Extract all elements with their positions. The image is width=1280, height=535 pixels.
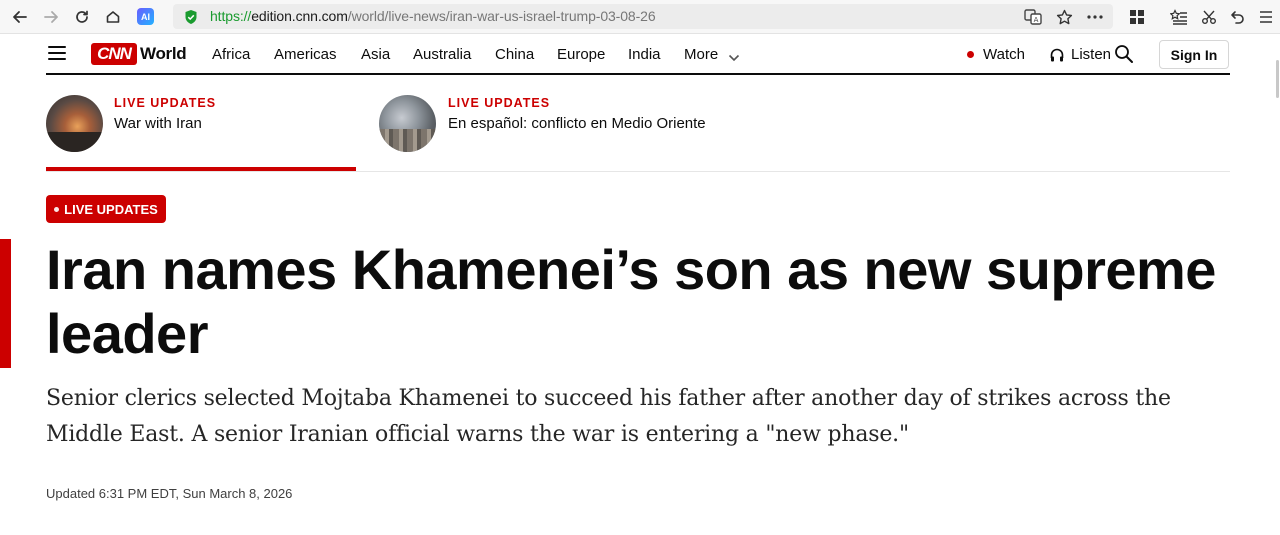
watch-link[interactable]: Watch bbox=[983, 46, 1025, 63]
live-updates-label: LIVE UPDATES bbox=[64, 201, 158, 217]
url-scheme: https:// bbox=[210, 8, 252, 24]
scissors-icon[interactable] bbox=[1198, 6, 1220, 28]
translate-icon[interactable]: A bbox=[1022, 6, 1044, 28]
article-dek: Senior clerics selected Mojtaba Khamenei… bbox=[46, 386, 1171, 447]
ai-assistant-icon[interactable]: AI bbox=[137, 8, 154, 25]
headphones-icon[interactable] bbox=[1049, 47, 1065, 68]
bookmark-star-icon[interactable] bbox=[1053, 6, 1075, 28]
url-host: edition.cnn.com bbox=[251, 8, 348, 24]
menu-icon[interactable] bbox=[1255, 6, 1277, 28]
reload-icon[interactable] bbox=[71, 6, 93, 28]
card-kicker: LIVE UPDATES bbox=[448, 96, 551, 110]
scrollbar-thumb[interactable] bbox=[1276, 60, 1279, 98]
search-icon[interactable] bbox=[1114, 44, 1134, 69]
live-dot-icon bbox=[54, 206, 60, 212]
nav-link-europe[interactable]: Europe bbox=[557, 46, 605, 63]
cnn-logo[interactable]: CNN bbox=[91, 43, 137, 65]
accent-bar bbox=[0, 239, 11, 368]
headline: Iran names Khamenei’s son as new supreme… bbox=[46, 238, 1216, 365]
live-dot-icon bbox=[967, 51, 974, 58]
listen-link[interactable]: Listen bbox=[1071, 46, 1111, 63]
svg-text:A: A bbox=[1034, 16, 1039, 24]
edition-label[interactable]: World bbox=[140, 44, 187, 64]
favorites-list-icon[interactable] bbox=[1168, 6, 1190, 28]
url-text[interactable]: https://edition.cnn.com/world/live-news/… bbox=[210, 8, 656, 24]
active-card-indicator bbox=[46, 167, 356, 171]
browser-toolbar: AI https://edition.cnn.com/world/live-ne… bbox=[0, 0, 1280, 34]
more-dots-icon[interactable] bbox=[1084, 6, 1106, 28]
card-title-espanol[interactable]: En español: conflicto en Medio Oriente bbox=[448, 113, 708, 134]
nav-link-china[interactable]: China bbox=[495, 46, 534, 63]
nav-link-more[interactable]: More bbox=[684, 46, 718, 63]
nav-link-africa[interactable]: Africa bbox=[212, 46, 250, 63]
nav-link-asia[interactable]: Asia bbox=[361, 46, 390, 63]
back-icon[interactable] bbox=[9, 6, 31, 28]
live-updates-badge: LIVE UPDATES bbox=[46, 195, 166, 223]
card-thumbnail-espanol[interactable] bbox=[379, 95, 436, 152]
undo-icon[interactable] bbox=[1227, 6, 1249, 28]
secure-shield-icon bbox=[184, 9, 198, 30]
card-thumbnail-war-with-iran[interactable] bbox=[46, 95, 103, 152]
url-path: /world/live-news/iran-war-us-israel-trum… bbox=[347, 8, 656, 24]
sign-in-button[interactable]: Sign In bbox=[1159, 40, 1229, 69]
updated-timestamp: Updated 6:31 PM EDT, Sun March 8, 2026 bbox=[46, 486, 293, 501]
nav-divider bbox=[46, 73, 1230, 75]
cards-divider bbox=[46, 171, 1230, 172]
hamburger-menu-icon[interactable] bbox=[48, 46, 66, 60]
card-kicker: LIVE UPDATES bbox=[114, 96, 217, 110]
nav-link-india[interactable]: India bbox=[628, 46, 661, 63]
forward-icon[interactable] bbox=[40, 6, 62, 28]
extensions-grid-icon[interactable] bbox=[1126, 6, 1148, 28]
nav-link-americas[interactable]: Americas bbox=[274, 46, 337, 63]
home-icon[interactable] bbox=[102, 6, 124, 28]
chevron-down-icon[interactable] bbox=[728, 49, 740, 67]
card-title-war-with-iran[interactable]: War with Iran bbox=[114, 113, 334, 134]
nav-link-australia[interactable]: Australia bbox=[413, 46, 471, 63]
